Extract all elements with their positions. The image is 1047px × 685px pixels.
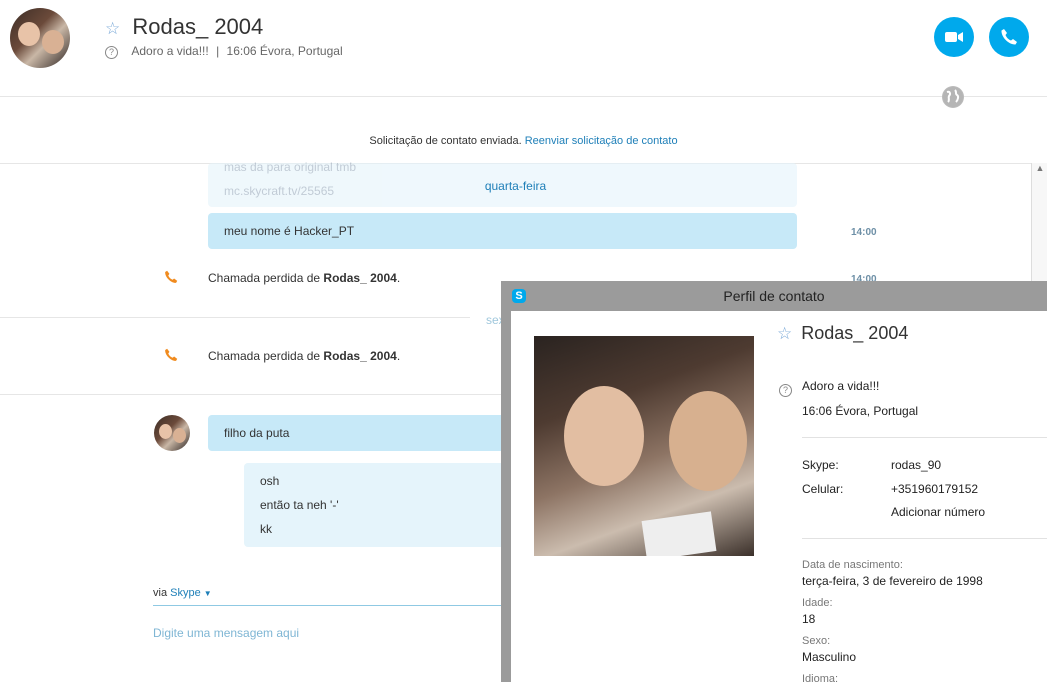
message-text: meu nome é Hacker_PT <box>224 224 355 238</box>
notice-text: Solicitação de contato enviada. <box>369 135 522 147</box>
chevron-down-icon[interactable]: ▼ <box>204 589 212 598</box>
section-divider <box>0 394 501 395</box>
contact-name: Rodas_ 2004 <box>132 14 264 39</box>
missed-call-suffix: . <box>396 271 401 285</box>
sender-avatar[interactable] <box>154 415 190 451</box>
faded-message-line: mas da para original tmb <box>224 160 357 174</box>
profile-time-location: 16:06 Évora, Portugal <box>802 404 919 418</box>
missed-call-name[interactable]: Rodas_ 2004 <box>323 271 396 285</box>
chat-scrollbar[interactable]: ▲ <box>1031 163 1047 293</box>
missed-call-icon <box>164 270 178 289</box>
birthdate-label: Data de nascimento: <box>802 559 903 571</box>
profile-divider <box>802 437 1047 438</box>
via-label: via <box>153 587 168 599</box>
contact-name-header[interactable]: ☆ Rodas_ 2004 <box>105 14 263 40</box>
missed-call-suffix: . <box>396 349 401 363</box>
profile-title-bar[interactable]: S Perfil de contato <box>501 281 1047 311</box>
phone-label: Celular: <box>802 482 844 496</box>
video-call-button[interactable] <box>934 17 974 57</box>
star-icon[interactable]: ☆ <box>105 19 120 38</box>
missed-call-name[interactable]: Rodas_ 2004 <box>323 349 396 363</box>
contact-profile-window[interactable]: S Perfil de contato ☆ Rodas_ 2004 ? Ador… <box>501 281 1047 685</box>
globe-icon[interactable] <box>942 86 964 108</box>
missed-call-prefix: Chamada perdida de <box>208 271 321 285</box>
profile-body: ☆ Rodas_ 2004 ? Adoro a vida!!! 16:06 Év… <box>511 311 1047 685</box>
service-selector[interactable]: via Skype ▼ <box>153 587 212 599</box>
profile-window-title: Perfil de contato <box>723 288 825 304</box>
message-input[interactable]: Digite uma mensagem aqui <box>153 626 299 640</box>
message-time: 14:00 <box>851 227 877 238</box>
age-value: 18 <box>802 612 816 626</box>
reply-line: kk <box>260 522 272 536</box>
audio-call-button[interactable] <box>989 17 1029 57</box>
resend-request-link[interactable]: Reenviar solicitação de contato <box>525 135 678 147</box>
missed-call-text: Chamada perdida de Rodas_ 2004. <box>208 349 400 363</box>
mood-text: Adoro a vida!!! <box>131 44 209 58</box>
message-bubble[interactable]: meu nome é Hacker_PT <box>208 213 797 249</box>
missed-call-text: Chamada perdida de Rodas_ 2004. <box>208 271 400 285</box>
profile-divider <box>802 538 1047 539</box>
sex-label: Sexo: <box>802 635 831 647</box>
contact-avatar[interactable] <box>10 8 70 68</box>
sex-value: Masculino <box>802 650 857 664</box>
profile-photo <box>534 336 754 556</box>
profile-name-row: ☆ Rodas_ 2004 <box>777 323 908 344</box>
message-text: filho da puta <box>224 426 290 440</box>
language-label: Idioma: <box>802 673 839 685</box>
age-label: Idade: <box>802 597 833 609</box>
local-time-location: 16:06 Évora, Portugal <box>226 44 343 58</box>
phone-number-link[interactable]: +351960179152 <box>891 482 978 496</box>
scroll-up-arrow[interactable]: ▲ <box>1032 163 1047 173</box>
phone-icon <box>1001 29 1017 45</box>
reply-bubble[interactable]: osh então ta neh '-' kk <box>244 463 501 547</box>
reply-line: osh <box>260 474 280 488</box>
add-number-link[interactable]: Adicionar número <box>891 505 985 519</box>
question-icon: ? <box>105 46 118 59</box>
message-bubble[interactable]: filho da puta <box>208 415 501 451</box>
skype-label: Skype: <box>802 458 839 472</box>
day-separator-label: quarta-feira <box>484 179 547 193</box>
star-icon[interactable]: ☆ <box>777 324 792 343</box>
contact-status: ? Adoro a vida!!! | 16:06 Évora, Portuga… <box>105 44 343 59</box>
missed-call-prefix: Chamada perdida de <box>208 349 321 363</box>
composer-divider <box>153 605 501 606</box>
header-divider <box>0 96 1047 97</box>
day-divider <box>0 317 470 318</box>
skype-id-link[interactable]: rodas_90 <box>891 458 941 472</box>
birthdate-value: terça-feira, 3 de fevereiro de 1998 <box>802 574 983 588</box>
reply-line: então ta neh '-' <box>260 498 339 512</box>
question-icon: ? <box>779 380 792 398</box>
contact-request-notice: Solicitação de contato enviada. Reenviar… <box>0 135 1047 147</box>
profile-mood: Adoro a vida!!! <box>802 379 880 393</box>
missed-call-icon <box>164 348 178 367</box>
service-name[interactable]: Skype <box>170 587 201 599</box>
status-separator: | <box>216 44 220 58</box>
video-icon <box>945 32 963 42</box>
profile-name: Rodas_ 2004 <box>801 323 909 343</box>
